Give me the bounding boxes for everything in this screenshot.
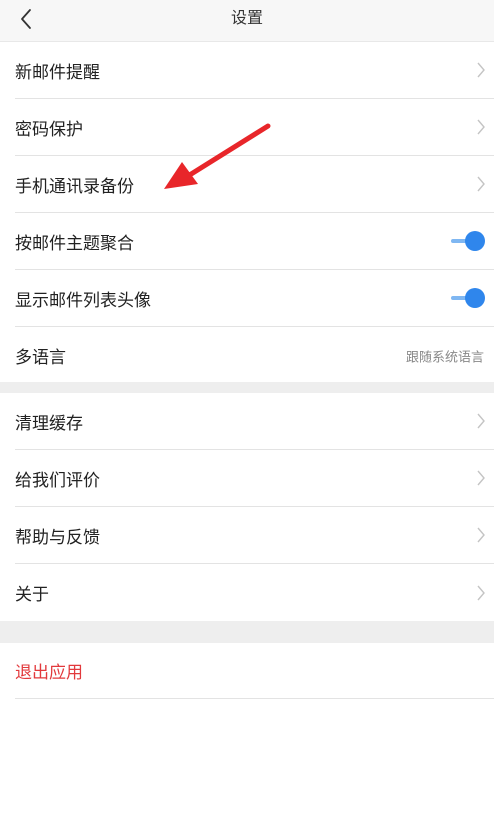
setting-label: 手机通讯录备份	[15, 176, 134, 197]
chevron-right-icon	[477, 119, 485, 135]
setting-label: 新邮件提醒	[15, 62, 100, 83]
setting-password-protection[interactable]: 密码保护	[15, 99, 494, 156]
setting-label: 关于	[15, 585, 49, 605]
logout-label: 退出应用	[15, 663, 83, 683]
settings-group-general: 新邮件提醒 密码保护 手机通讯录备份 按邮件主题聚合 显示邮件列表头像 多语言 …	[0, 42, 494, 384]
setting-show-avatars: 显示邮件列表头像	[15, 270, 494, 327]
setting-rate-us[interactable]: 给我们评价	[15, 450, 494, 507]
setting-label: 清理缓存	[15, 413, 83, 434]
setting-label: 帮助与反馈	[15, 527, 100, 548]
setting-contacts-backup[interactable]: 手机通讯录备份	[15, 156, 494, 213]
chevron-right-icon	[477, 413, 485, 429]
setting-group-by-subject: 按邮件主题聚合	[15, 213, 494, 270]
setting-label: 按邮件主题聚合	[15, 233, 134, 254]
setting-about[interactable]: 关于	[15, 564, 494, 621]
setting-clear-cache[interactable]: 清理缓存	[15, 393, 494, 450]
page-title: 设置	[230, 8, 263, 27]
show-avatars-toggle[interactable]	[451, 288, 485, 308]
toggle-knob	[465, 231, 485, 251]
group-by-subject-toggle[interactable]	[451, 231, 485, 251]
setting-new-mail-alert[interactable]: 新邮件提醒	[15, 42, 494, 99]
chevron-right-icon	[477, 176, 485, 192]
settings-group-misc: 清理缓存 给我们评价 帮助与反馈 关于	[0, 393, 494, 621]
group-separator	[0, 621, 494, 643]
logout-button[interactable]: 退出应用	[15, 643, 494, 699]
setting-label: 给我们评价	[15, 470, 100, 491]
nav-header: 设置	[0, 0, 494, 42]
toggle-knob	[465, 288, 485, 308]
chevron-right-icon	[477, 527, 485, 543]
setting-label: 密码保护	[15, 119, 83, 140]
language-value: 跟随系统语言	[405, 350, 484, 365]
chevron-right-icon	[477, 470, 485, 486]
setting-help-feedback[interactable]: 帮助与反馈	[15, 507, 494, 564]
chevron-right-icon	[477, 585, 485, 600]
setting-language[interactable]: 多语言 跟随系统语言	[15, 327, 494, 384]
group-separator	[0, 382, 494, 393]
setting-label: 显示邮件列表头像	[15, 290, 151, 311]
chevron-right-icon	[477, 62, 485, 78]
